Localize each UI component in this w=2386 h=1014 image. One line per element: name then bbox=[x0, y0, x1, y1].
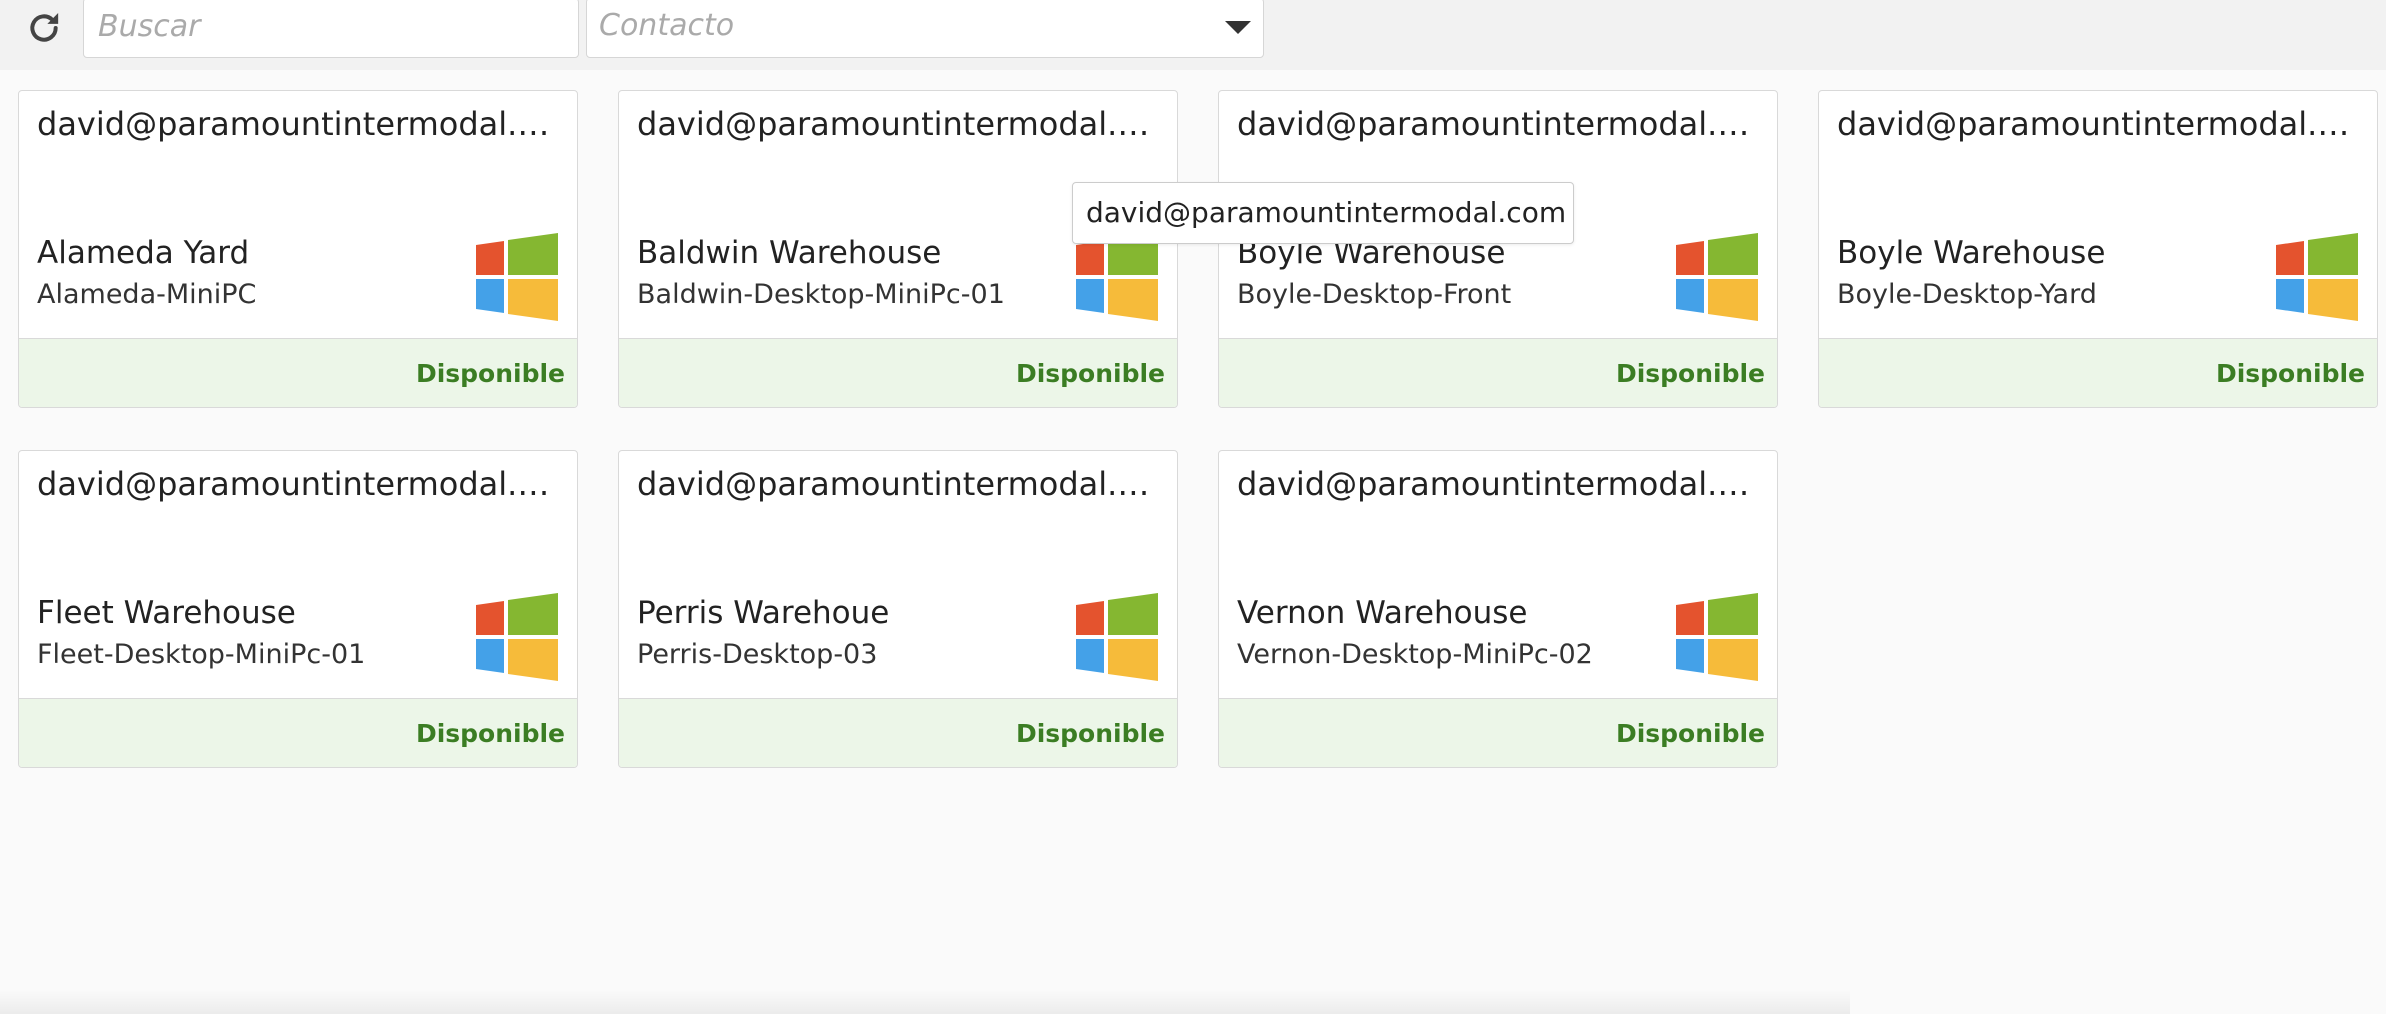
device-location: Baldwin Warehouse bbox=[637, 235, 942, 271]
windows-icon bbox=[476, 233, 558, 321]
device-location: Boyle Warehouse bbox=[1837, 235, 2106, 271]
device-hostname: Boyle-Desktop-Yard bbox=[1837, 279, 2097, 310]
device-hostname: Perris-Desktop-03 bbox=[637, 639, 878, 670]
search-input[interactable] bbox=[96, 8, 560, 45]
status-label: Disponible bbox=[1015, 359, 1165, 388]
status-label: Disponible bbox=[1015, 719, 1165, 748]
device-card[interactable]: david@paramountintermodal.com Boyle Wareh… bbox=[1818, 90, 2378, 408]
device-card[interactable]: david@paramountintermodal.com Vernon Ware… bbox=[1218, 450, 1778, 768]
card-footer: Disponible bbox=[1219, 338, 1777, 407]
status-label: Disponible bbox=[1615, 359, 1765, 388]
device-email: david@paramountintermodal.com bbox=[1237, 105, 1763, 143]
bottom-divider bbox=[0, 990, 1850, 1014]
status-label: Disponible bbox=[415, 719, 565, 748]
device-location: Vernon Warehouse bbox=[1237, 595, 1528, 631]
device-card[interactable]: david@paramountintermodal.com Boyle Wareh… bbox=[1218, 90, 1778, 408]
device-hostname: Fleet-Desktop-MiniPc-01 bbox=[37, 639, 366, 670]
status-label: Disponible bbox=[1615, 719, 1765, 748]
device-location: Perris Warehoue bbox=[637, 595, 890, 631]
device-hostname: Alameda-MiniPC bbox=[37, 279, 257, 310]
device-email: david@paramountintermodal.com bbox=[37, 105, 563, 143]
windows-icon bbox=[1676, 593, 1758, 681]
search-field[interactable] bbox=[83, 0, 579, 58]
card-footer: Disponible bbox=[19, 698, 577, 767]
device-hostname: Vernon-Desktop-MiniPc-02 bbox=[1237, 639, 1593, 670]
refresh-icon bbox=[30, 13, 59, 42]
device-email: david@paramountintermodal.com bbox=[637, 105, 1163, 143]
windows-icon bbox=[1076, 233, 1158, 321]
device-card[interactable]: david@paramountintermodal.com Alameda Yar… bbox=[18, 90, 578, 408]
contact-select[interactable]: Contacto bbox=[586, 0, 1264, 58]
contact-select-value: Contacto bbox=[599, 8, 735, 43]
windows-icon bbox=[1076, 593, 1158, 681]
device-card[interactable]: david@paramountintermodal.com Fleet Wareh… bbox=[18, 450, 578, 768]
toolbar: Contacto bbox=[0, 0, 2386, 70]
device-hostname: Boyle-Desktop-Front bbox=[1237, 279, 1512, 310]
device-email: david@paramountintermodal.com bbox=[1237, 465, 1763, 503]
windows-icon bbox=[2276, 233, 2358, 321]
status-label: Disponible bbox=[415, 359, 565, 388]
card-footer: Disponible bbox=[19, 338, 577, 407]
device-hostname: Baldwin-Desktop-MiniPc-01 bbox=[637, 279, 1005, 310]
chevron-down-icon bbox=[1225, 21, 1251, 34]
device-card[interactable]: david@paramountintermodal.com Baldwin War… bbox=[618, 90, 1178, 408]
status-label: Disponible bbox=[2215, 359, 2365, 388]
device-card[interactable]: david@paramountintermodal.com Perris Ware… bbox=[618, 450, 1178, 768]
card-footer: Disponible bbox=[1219, 698, 1777, 767]
card-footer: Disponible bbox=[619, 698, 1177, 767]
card-footer: Disponible bbox=[1819, 338, 2377, 407]
device-email: david@paramountintermodal.com bbox=[37, 465, 563, 503]
device-location: Fleet Warehouse bbox=[37, 595, 296, 631]
windows-icon bbox=[1676, 233, 1758, 321]
email-tooltip: david@paramountintermodal.com bbox=[1072, 182, 1574, 244]
card-footer: Disponible bbox=[619, 338, 1177, 407]
device-email: david@paramountintermodal.com bbox=[637, 465, 1163, 503]
refresh-button[interactable] bbox=[22, 6, 66, 50]
device-location: Alameda Yard bbox=[37, 235, 250, 271]
device-email: david@paramountintermodal.com bbox=[1837, 105, 2363, 143]
windows-icon bbox=[476, 593, 558, 681]
